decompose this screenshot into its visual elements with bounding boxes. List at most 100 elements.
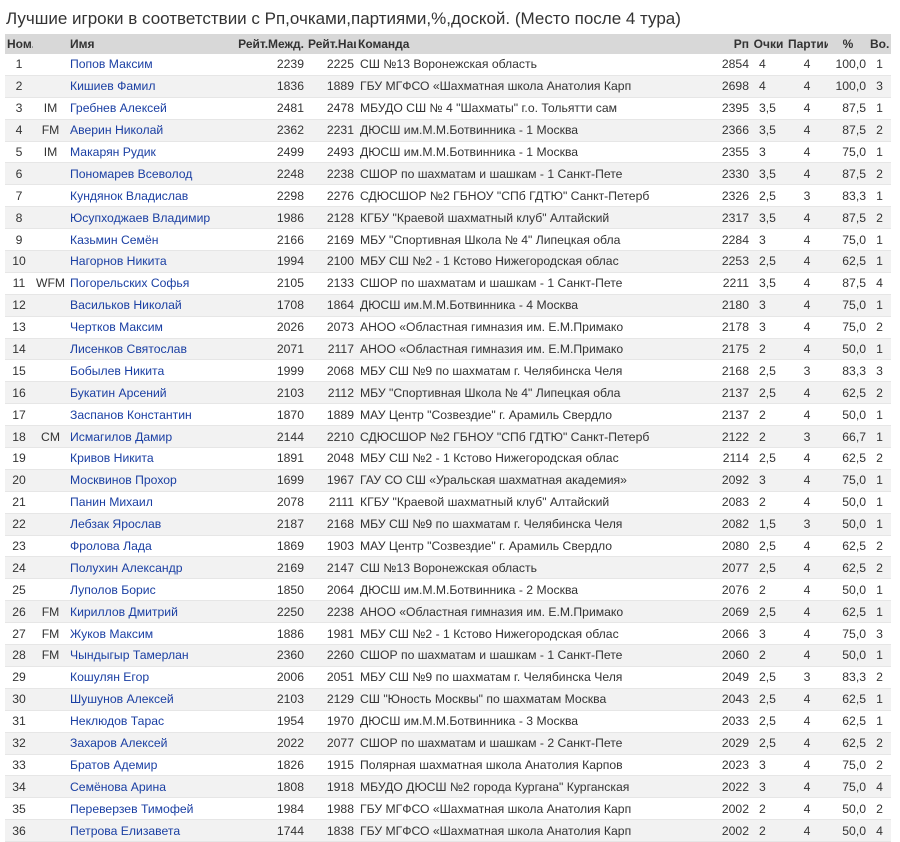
games-played: 3 bbox=[786, 184, 828, 208]
games-played: 4 bbox=[786, 294, 828, 317]
performance-rating: 2002 bbox=[711, 819, 751, 842]
board-number: 1 bbox=[868, 54, 891, 76]
player-name-link[interactable]: Заспанов Константин bbox=[68, 403, 226, 427]
player-name-link[interactable]: Букатин Арсений bbox=[68, 381, 226, 405]
player-title bbox=[33, 381, 68, 405]
team-name: СДЮСШОР №2 ГБНОУ "СПб ГДТЮ" Санкт-Петерб bbox=[356, 425, 711, 449]
header-num[interactable]: Ном. bbox=[5, 34, 33, 54]
board-number: 2 bbox=[868, 119, 891, 142]
rating-national: 2128 bbox=[306, 206, 356, 230]
games-played: 4 bbox=[786, 162, 828, 186]
player-name-link[interactable]: Фролова Лада bbox=[68, 535, 226, 558]
rating-national: 1967 bbox=[306, 469, 356, 492]
percentage: 62,5 bbox=[828, 556, 868, 580]
games-played: 4 bbox=[786, 403, 828, 427]
performance-rating: 2023 bbox=[711, 754, 751, 777]
games-played: 4 bbox=[786, 469, 828, 492]
table-row: 26 FM Кириллов Дмитрий 2250 2238 АНОО «Област… bbox=[5, 600, 891, 624]
player-name-link[interactable]: Макарян Рудик bbox=[68, 141, 226, 164]
player-number: 19 bbox=[5, 447, 33, 470]
table-row: 23 Фролова Лада 1869 1903 МАУ Центр "Созвезд… bbox=[5, 535, 891, 558]
player-name-link[interactable]: Нагорнов Никита bbox=[68, 250, 226, 273]
games-played: 4 bbox=[786, 381, 828, 405]
player-name-link[interactable]: Захаров Алексей bbox=[68, 732, 226, 755]
player-name-link[interactable]: Кундянок Владислав bbox=[68, 184, 226, 208]
player-name-link[interactable]: Семёнова Арина bbox=[68, 775, 226, 799]
team-name: МБУ СШ №9 по шахматам г. Челябинска Челя bbox=[356, 513, 711, 536]
rating-international: 1850 bbox=[226, 578, 306, 602]
player-name-link[interactable]: Чертков Максим bbox=[68, 316, 226, 339]
games-played: 4 bbox=[786, 97, 828, 120]
player-name-link[interactable]: Панин Михаил bbox=[68, 491, 226, 514]
rating-national: 2260 bbox=[306, 644, 356, 667]
games-played: 4 bbox=[786, 754, 828, 777]
rating-international: 1999 bbox=[226, 359, 306, 383]
player-number: 27 bbox=[5, 622, 33, 646]
games-played: 4 bbox=[786, 206, 828, 230]
board-number: 1 bbox=[868, 97, 891, 120]
percentage: 50,0 bbox=[828, 513, 868, 536]
player-name-link[interactable]: Переверзев Тимофей bbox=[68, 797, 226, 821]
table-row: 5 IM Макарян Рудик 2499 2493 ДЮСШ им.М.М.Ботв… bbox=[5, 141, 891, 164]
player-name-link[interactable]: Луполов Борис bbox=[68, 578, 226, 602]
header-rp[interactable]: Рп bbox=[711, 34, 751, 54]
board-number: 2 bbox=[868, 316, 891, 339]
header-name[interactable]: Имя bbox=[68, 34, 226, 54]
player-name-link[interactable]: Казьмин Семён bbox=[68, 228, 226, 252]
rating-national: 2238 bbox=[306, 162, 356, 186]
player-name-link[interactable]: Погорельских Софья bbox=[68, 272, 226, 295]
team-name: ДЮСШ им.М.М.Ботвинника - 4 Москва bbox=[356, 294, 711, 317]
header-team[interactable]: Команда bbox=[356, 34, 711, 54]
player-name-link[interactable]: Бобылев Никита bbox=[68, 359, 226, 383]
player-name-link[interactable]: Аверин Николай bbox=[68, 119, 226, 142]
header-games[interactable]: Партии bbox=[786, 34, 828, 54]
performance-rating: 2043 bbox=[711, 688, 751, 711]
player-name-link[interactable]: Москвинов Прохор bbox=[68, 469, 226, 492]
header-board[interactable]: Во. bbox=[868, 34, 891, 54]
percentage: 62,5 bbox=[828, 381, 868, 405]
player-name-link[interactable]: Пономарев Всеволод bbox=[68, 162, 226, 186]
player-name-link[interactable]: Братов Адемир bbox=[68, 754, 226, 777]
player-name-link[interactable]: Полухин Александр bbox=[68, 556, 226, 580]
player-name-link[interactable]: Лебзак Ярослав bbox=[68, 513, 226, 536]
header-rating-nat[interactable]: Рейт.Нац. bbox=[306, 34, 356, 54]
player-title bbox=[33, 513, 68, 536]
player-name-link[interactable]: Шушунов Алексей bbox=[68, 688, 226, 711]
games-played: 4 bbox=[786, 338, 828, 361]
player-name-link[interactable]: Петрова Елизавета bbox=[68, 819, 226, 842]
board-number: 2 bbox=[868, 732, 891, 755]
rating-national: 1889 bbox=[306, 403, 356, 427]
page: Лучшие игроки в соответствии с Рп,очками… bbox=[0, 0, 900, 842]
player-title bbox=[33, 666, 68, 689]
player-number: 5 bbox=[5, 141, 33, 164]
player-name-link[interactable]: Исмагилов Дамир bbox=[68, 425, 226, 449]
header-rating-int[interactable]: Рейт.Межд. bbox=[226, 34, 306, 54]
table-row: 19 Кривов Никита 1891 2048 МБУ СШ №2 - 1 Кст… bbox=[5, 447, 891, 470]
player-name-link[interactable]: Гребнев Алексей bbox=[68, 97, 226, 120]
player-name-link[interactable]: Васильков Николай bbox=[68, 294, 226, 317]
player-name-link[interactable]: Лисенков Святослав bbox=[68, 338, 226, 361]
player-name-link[interactable]: Жуков Максим bbox=[68, 622, 226, 646]
team-name: СШОР по шахматам и шашкам - 1 Санкт-Пете bbox=[356, 162, 711, 186]
player-name-link[interactable]: Неклюдов Тарас bbox=[68, 710, 226, 733]
table-body: 1 Попов Максим 2239 2225 СШ №13 Воронежская … bbox=[5, 54, 891, 842]
player-name-link[interactable]: Кривов Никита bbox=[68, 447, 226, 470]
player-name-link[interactable]: Кошулян Егор bbox=[68, 666, 226, 689]
player-title bbox=[33, 75, 68, 98]
player-name-link[interactable]: Юсупходжаев Владимир bbox=[68, 206, 226, 230]
player-number: 30 bbox=[5, 688, 33, 711]
player-number: 33 bbox=[5, 754, 33, 777]
player-name-link[interactable]: Кишиев Фамил bbox=[68, 75, 226, 98]
rating-international: 1708 bbox=[226, 294, 306, 317]
player-number: 17 bbox=[5, 403, 33, 427]
player-name-link[interactable]: Кириллов Дмитрий bbox=[68, 600, 226, 624]
performance-rating: 2395 bbox=[711, 97, 751, 120]
player-title: FM bbox=[33, 600, 68, 624]
player-name-link[interactable]: Чындыгыр Тамерлан bbox=[68, 644, 226, 667]
percentage: 62,5 bbox=[828, 447, 868, 470]
player-name-link[interactable]: Попов Максим bbox=[68, 54, 226, 76]
percentage: 62,5 bbox=[828, 732, 868, 755]
header-points[interactable]: Очки bbox=[751, 34, 786, 54]
header-pct[interactable]: % bbox=[828, 34, 868, 54]
points: 3,5 bbox=[751, 162, 786, 186]
